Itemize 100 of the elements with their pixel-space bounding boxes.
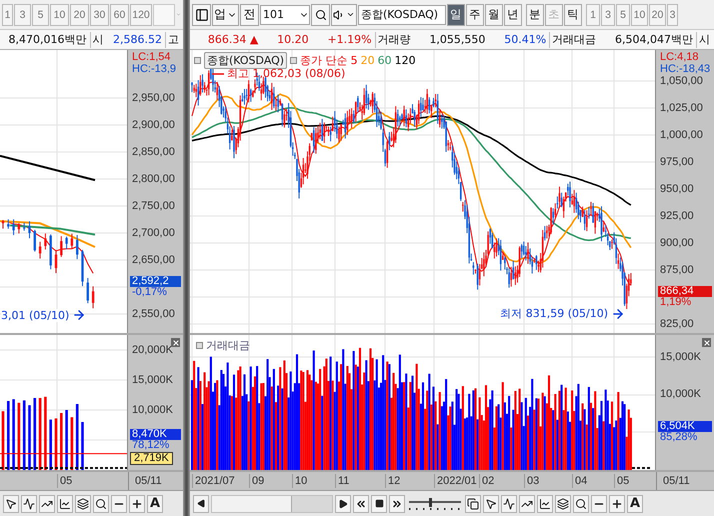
font-button[interactable]: A xyxy=(627,494,643,512)
quote-label: 고 xyxy=(165,32,181,48)
date-label: 05 xyxy=(57,474,72,488)
scrollbar[interactable] xyxy=(211,494,333,512)
layout-button[interactable] xyxy=(192,4,211,26)
all-button[interactable]: 전 xyxy=(240,4,259,26)
period-button[interactable]: 20 xyxy=(649,4,666,26)
period-button[interactable]: 120 xyxy=(130,4,152,26)
period-button[interactable]: 60 xyxy=(110,4,129,26)
stop-icon xyxy=(374,499,384,508)
change-percent-label: -0,17% xyxy=(132,287,167,298)
period-legend-label: 20 xyxy=(360,54,375,67)
plus-icon xyxy=(611,498,623,510)
quote-value: 1,055,550 xyxy=(428,32,486,48)
search-icon xyxy=(575,498,587,510)
font-button[interactable]: A xyxy=(147,494,163,512)
timeframe-tab[interactable]: 월 xyxy=(485,4,503,26)
period-button[interactable]: 20 xyxy=(70,4,89,26)
axis-tick-label: 1,025,00 xyxy=(660,102,703,114)
stop-button[interactable] xyxy=(371,494,387,512)
search-icon xyxy=(95,498,107,510)
rewind-button[interactable] xyxy=(353,494,369,512)
axis-tick-label: 1,000,00 xyxy=(660,130,703,140)
period-button[interactable]: 3 xyxy=(14,4,31,26)
layers-button[interactable] xyxy=(555,494,571,512)
close-button[interactable] xyxy=(702,338,711,347)
period-button[interactable]: 10 xyxy=(50,4,69,26)
intraday-tab[interactable]: 틱 xyxy=(564,4,582,26)
speaker-button[interactable] xyxy=(331,4,357,26)
plus-icon xyxy=(131,498,143,510)
trend-line-button[interactable] xyxy=(519,494,535,512)
blank-field[interactable] xyxy=(153,4,175,26)
period-button[interactable]: 1 xyxy=(586,4,600,26)
period-button[interactable]: 1 xyxy=(2,4,13,26)
period-button[interactable]: 30 xyxy=(90,4,109,26)
quote-value: 6,504,047백만 xyxy=(614,32,694,48)
intraday-tab[interactable]: 분 xyxy=(526,4,544,26)
axis-tick-label: 15,000K xyxy=(660,352,701,362)
plus-button[interactable] xyxy=(609,494,625,512)
copy-button[interactable] xyxy=(465,494,481,512)
axis-tick-label: 2,850,00 xyxy=(132,146,175,158)
scroll-left-button[interactable] xyxy=(193,494,209,512)
search-button[interactable] xyxy=(311,4,330,26)
high-change-label: HC:-13,9 xyxy=(132,64,176,75)
timeframe-tab[interactable]: 일 xyxy=(447,4,465,26)
close-icon xyxy=(172,338,180,346)
play-button[interactable] xyxy=(335,494,351,512)
quote-label: 시 xyxy=(696,32,712,48)
search-button[interactable] xyxy=(573,494,589,512)
period-button[interactable]: 5 xyxy=(616,4,630,26)
axis-tick-label: 10,000K xyxy=(132,404,173,416)
line-chart-button[interactable] xyxy=(537,494,553,512)
close-icon xyxy=(702,338,710,346)
date-label: 2022/01 xyxy=(434,474,477,488)
minus-button[interactable] xyxy=(111,494,127,512)
period-button[interactable]: 5 xyxy=(32,4,49,26)
code-field[interactable]: 101 xyxy=(260,4,310,24)
axis-tick-label: 925,00 xyxy=(660,210,694,222)
change-percent-label: 1,19% xyxy=(660,297,692,308)
date-label: 03 xyxy=(524,474,540,488)
axis-tick-label: 2,650,00 xyxy=(132,254,175,266)
cursor-button[interactable] xyxy=(3,494,19,512)
period-button[interactable]: 10 xyxy=(631,4,648,26)
date-label: 10 xyxy=(292,474,308,488)
layers-button[interactable] xyxy=(75,494,91,512)
dotted-baseline xyxy=(632,467,652,469)
change-percent-label: 85,28% xyxy=(660,432,698,443)
low-change-label: LC:1,54 xyxy=(132,52,171,63)
name-field[interactable]: 종합(KOSDAQ) xyxy=(358,4,446,24)
trend-line-button[interactable] xyxy=(39,494,55,512)
date-label: 02 xyxy=(479,474,494,488)
line-chart-button[interactable] xyxy=(57,494,73,512)
quote-label: 거래량 xyxy=(374,32,413,48)
axis-tick-label: 10,000K xyxy=(660,389,701,400)
cursor-button[interactable] xyxy=(483,494,499,512)
date-label: 11 xyxy=(335,474,350,488)
zoom-slider-drawing[interactable] xyxy=(407,496,463,510)
plus-button[interactable] xyxy=(129,494,145,512)
minus-button[interactable] xyxy=(591,494,607,512)
period-button[interactable]: 3 xyxy=(667,4,678,26)
close-button[interactable] xyxy=(171,338,180,347)
legend-square-icon xyxy=(194,57,201,64)
speaker-icon xyxy=(333,8,345,20)
index-name-label[interactable]: 종합(KOSDAQ) xyxy=(204,52,288,69)
line-chart-icon xyxy=(59,498,71,510)
low-price-note: 최저 831,59 (05/10) xyxy=(500,306,608,321)
wave-line-button[interactable] xyxy=(501,494,517,512)
period-button[interactable]: 3 xyxy=(601,4,615,26)
cursor-icon xyxy=(5,498,17,510)
copy-icon xyxy=(467,498,479,510)
timeframe-tab[interactable]: 주 xyxy=(466,4,484,26)
cursor-icon xyxy=(485,498,497,510)
legend-square-icon xyxy=(290,57,298,64)
quote-value: 866.34 ▲ xyxy=(206,32,260,48)
search-button[interactable] xyxy=(93,494,109,512)
timeframe-tab[interactable]: 년 xyxy=(504,4,522,26)
fast-forward-button[interactable] xyxy=(389,494,405,512)
date-label: 05 xyxy=(614,474,630,488)
wave-line-button[interactable] xyxy=(21,494,37,512)
market-select[interactable]: 업 xyxy=(212,4,239,26)
